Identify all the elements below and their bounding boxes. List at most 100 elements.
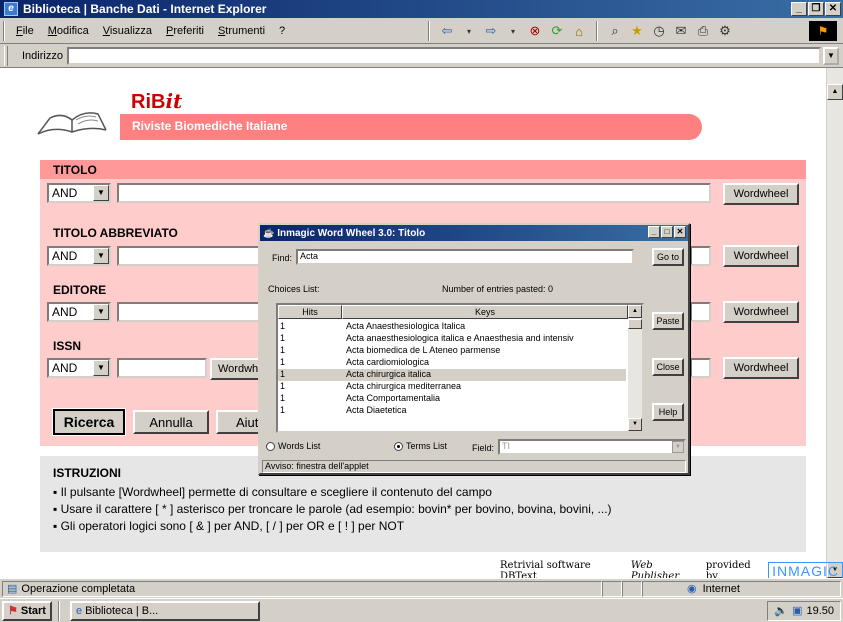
status-cell <box>622 580 642 597</box>
chevron-down-icon[interactable]: ▼ <box>93 248 109 264</box>
vertical-scrollbar[interactable]: ▲ ▼ <box>826 68 843 578</box>
issn-input-right[interactable] <box>690 358 711 378</box>
list-item-selected[interactable]: 1 Acta chirurgica italica <box>278 369 626 381</box>
mail-icon[interactable]: ✉ <box>672 22 690 40</box>
input-right-edge[interactable] <box>690 246 711 266</box>
paste-button[interactable]: Paste <box>652 312 684 330</box>
chevron-down-icon[interactable]: ▼ <box>823 46 839 65</box>
list-item[interactable]: 1 Acta anaesthesiologica italica e Anaest… <box>278 333 626 345</box>
system-tray: 🔈 ▣ 19.50 <box>767 600 841 621</box>
chevron-down-icon[interactable]: ▼ <box>93 360 109 376</box>
wordwheel-help-button[interactable]: Help <box>652 403 684 421</box>
words-list-label: Words List <box>278 441 321 451</box>
column-header-keys[interactable]: Keys <box>342 305 628 319</box>
list-item[interactable]: 1 Acta cardiomiologica <box>278 357 626 369</box>
cancel-button[interactable]: Annulla <box>133 410 209 434</box>
radio-icon[interactable] <box>266 442 275 452</box>
wordwheel-close-button[interactable]: Close <box>652 358 684 376</box>
field-label-issn: ISSN <box>53 339 82 353</box>
java-icon: ☕ <box>263 227 275 238</box>
refresh-icon[interactable]: ⟳ <box>548 22 566 40</box>
window-titlebar[interactable]: e Biblioteca | Banche Dati - Internet Ex… <box>0 0 843 18</box>
windows-logo-icon: ⚑ <box>8 605 18 617</box>
close-button[interactable]: ✕ <box>674 226 686 238</box>
search-icon[interactable]: ⌕ <box>606 22 624 40</box>
window-title: Biblioteca | Banche Dati - Internet Expl… <box>23 2 267 16</box>
wordwheel-button-titolo-abbreviato[interactable]: Wordwheel <box>723 245 799 267</box>
menu-preferiti[interactable]: Preferiti <box>159 25 211 37</box>
terms-list-option[interactable]: Terms List <box>394 441 447 452</box>
menu-help[interactable]: ? <box>272 25 292 37</box>
network-icon[interactable]: ▣ <box>792 604 802 617</box>
menu-strumenti[interactable]: Strumenti <box>211 25 272 37</box>
scroll-up-button[interactable]: ▲ <box>827 84 843 100</box>
page-icon: ▤ <box>7 583 18 595</box>
forward-icon[interactable]: ⇨ <box>482 22 500 40</box>
operator-select-titolo-abbreviato[interactable]: AND ▼ <box>47 246 111 266</box>
goto-button[interactable]: Go to <box>652 248 684 266</box>
home-icon[interactable]: ⌂ <box>570 22 588 40</box>
input-right-edge[interactable] <box>690 302 711 322</box>
settings-icon[interactable]: ⚙ <box>716 22 734 40</box>
wordwheel-button-titolo[interactable]: Wordwheel <box>723 183 799 205</box>
taskbar-item-label: Biblioteca | B... <box>85 604 159 617</box>
maximize-button[interactable]: ❐ <box>808 2 824 16</box>
wordwheel-titlebar[interactable]: ☕ Inmagic Word Wheel 3.0: Titolo _ □ ✕ <box>260 225 688 241</box>
minimize-button[interactable]: _ <box>791 2 807 16</box>
chevron-down-icon[interactable]: ▼ <box>93 304 109 320</box>
stop-icon[interactable]: ⊗ <box>526 22 544 40</box>
list-item[interactable]: 1 Acta chirurgica mediterranea <box>278 381 626 393</box>
start-button[interactable]: ⚑ Start <box>2 600 52 621</box>
list-scrollbar[interactable]: ▲ ▼ <box>628 305 642 431</box>
address-input[interactable] <box>66 46 821 65</box>
choices-list[interactable]: Hits Keys 1 Acta Anaesthesiologica Italic… <box>276 303 644 433</box>
taskbar-separator <box>57 600 60 621</box>
menu-file[interactable]: File <box>9 25 41 37</box>
menu-modifica[interactable]: Modifica <box>41 25 96 37</box>
zone-text: Internet <box>702 582 740 595</box>
maximize-button[interactable]: □ <box>661 226 673 238</box>
toolbar-separator <box>596 21 598 41</box>
column-header-hits[interactable]: Hits <box>278 305 342 319</box>
row-key: Acta chirurgica mediterranea <box>346 381 462 391</box>
row-hits: 1 <box>280 393 286 403</box>
list-item[interactable]: 1 Acta Comportamentalia <box>278 393 626 405</box>
toolbar-grip <box>3 20 5 41</box>
dropdown-arrow-icon[interactable]: ▾ <box>504 22 522 40</box>
scroll-up-button[interactable]: ▲ <box>628 305 642 318</box>
search-button[interactable]: Ricerca <box>52 408 126 436</box>
list-item[interactable]: 1 Acta Diaetetica <box>278 405 626 417</box>
dropdown-arrow-icon[interactable]: ▾ <box>460 22 478 40</box>
back-icon[interactable]: ⇦ <box>438 22 456 40</box>
minimize-button[interactable]: _ <box>648 226 660 238</box>
chevron-down-icon[interactable]: ▼ <box>672 441 684 453</box>
site-subtitle-banner: Riviste Biomediche Italiane <box>120 114 702 140</box>
speaker-icon[interactable]: 🔈 <box>774 604 788 617</box>
taskbar-item-biblioteca[interactable]: e Biblioteca | B... <box>69 600 260 621</box>
open-book-icon <box>37 112 107 135</box>
words-list-option[interactable]: Words List <box>266 441 321 452</box>
list-item[interactable]: 1 Acta Anaesthesiologica Italica <box>278 321 626 333</box>
menu-visualizza[interactable]: Visualizza <box>96 25 159 37</box>
chevron-down-icon[interactable]: ▼ <box>93 185 109 201</box>
titolo-input[interactable] <box>117 183 711 203</box>
operator-select-editore[interactable]: AND ▼ <box>47 302 111 322</box>
favorites-icon[interactable]: ★ <box>628 22 646 40</box>
radio-selected-icon[interactable] <box>394 442 403 452</box>
close-button[interactable]: ✕ <box>825 2 841 16</box>
wordwheel-button-issn-right[interactable]: Wordwheel <box>723 357 799 379</box>
find-input[interactable]: Acta <box>296 249 634 265</box>
zone-cell: ◉ Internet <box>642 580 841 597</box>
scroll-thumb[interactable] <box>628 319 642 329</box>
scroll-down-button[interactable]: ▼ <box>628 418 642 431</box>
field-select[interactable]: TI ▼ <box>498 439 686 455</box>
print-icon[interactable]: ⎙ <box>694 22 712 40</box>
operator-select-titolo[interactable]: AND ▼ <box>47 183 111 203</box>
list-item[interactable]: 1 Acta biomedica de L Ateneo parmense <box>278 345 626 357</box>
clock[interactable]: 19.50 <box>806 605 834 617</box>
wordwheel-button-editore[interactable]: Wordwheel <box>723 301 799 323</box>
history-icon[interactable]: ◷ <box>650 22 668 40</box>
operator-select-issn[interactable]: AND ▼ <box>47 358 111 378</box>
issn-input[interactable] <box>117 358 207 378</box>
row-key: Acta Comportamentalia <box>346 393 441 403</box>
